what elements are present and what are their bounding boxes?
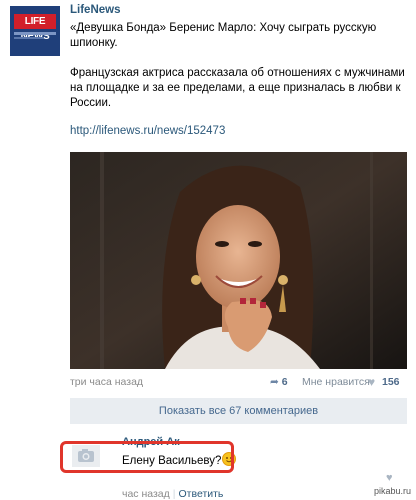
like-label[interactable]: Мне нравится <box>302 376 370 388</box>
post-body-line: Французская актриса рассказала об отноше… <box>70 67 405 109</box>
comment-footer: час назад | Ответить <box>122 488 223 500</box>
post-meta: три часа назад ➦ 6 Мне нравится ♥ 156 <box>70 375 404 390</box>
logo-stripe-small <box>14 37 44 39</box>
comment-time[interactable]: час назад <box>122 488 170 500</box>
post-link[interactable]: http://lifenews.ru/news/152473 <box>70 125 225 137</box>
post-author[interactable]: LifeNews <box>70 4 121 16</box>
lifenews-avatar[interactable]: LIFE NEWS <box>10 6 60 56</box>
repost-count: 6 <box>281 376 288 388</box>
heart-icon[interactable]: ♥ <box>368 375 375 389</box>
photo-illustration <box>70 152 407 369</box>
watermark: pikabu.ru <box>374 486 414 499</box>
post-title-line: «Девушка Бонда» Беренис Марло: Хочу сыгр… <box>70 22 377 49</box>
separator: | <box>172 488 176 500</box>
post-text: «Девушка Бонда» Беренис Марло: Хочу сыгр… <box>70 21 410 111</box>
logo-stripe <box>14 32 56 35</box>
highlight-frame <box>60 441 234 473</box>
repost-button[interactable]: ➦ 6 <box>270 376 288 388</box>
lifenews-logo: LIFE NEWS <box>14 14 56 42</box>
reply-link[interactable]: Ответить <box>179 488 224 500</box>
show-all-comments-button[interactable]: Показать все 67 комментариев <box>70 398 407 424</box>
repost-icon: ➦ <box>270 376 279 388</box>
like-count: 156 <box>382 376 400 388</box>
post-time[interactable]: три часа назад <box>70 376 143 388</box>
post-photo[interactable] <box>70 152 407 369</box>
comment-heart-icon[interactable]: ♥ <box>386 472 393 484</box>
